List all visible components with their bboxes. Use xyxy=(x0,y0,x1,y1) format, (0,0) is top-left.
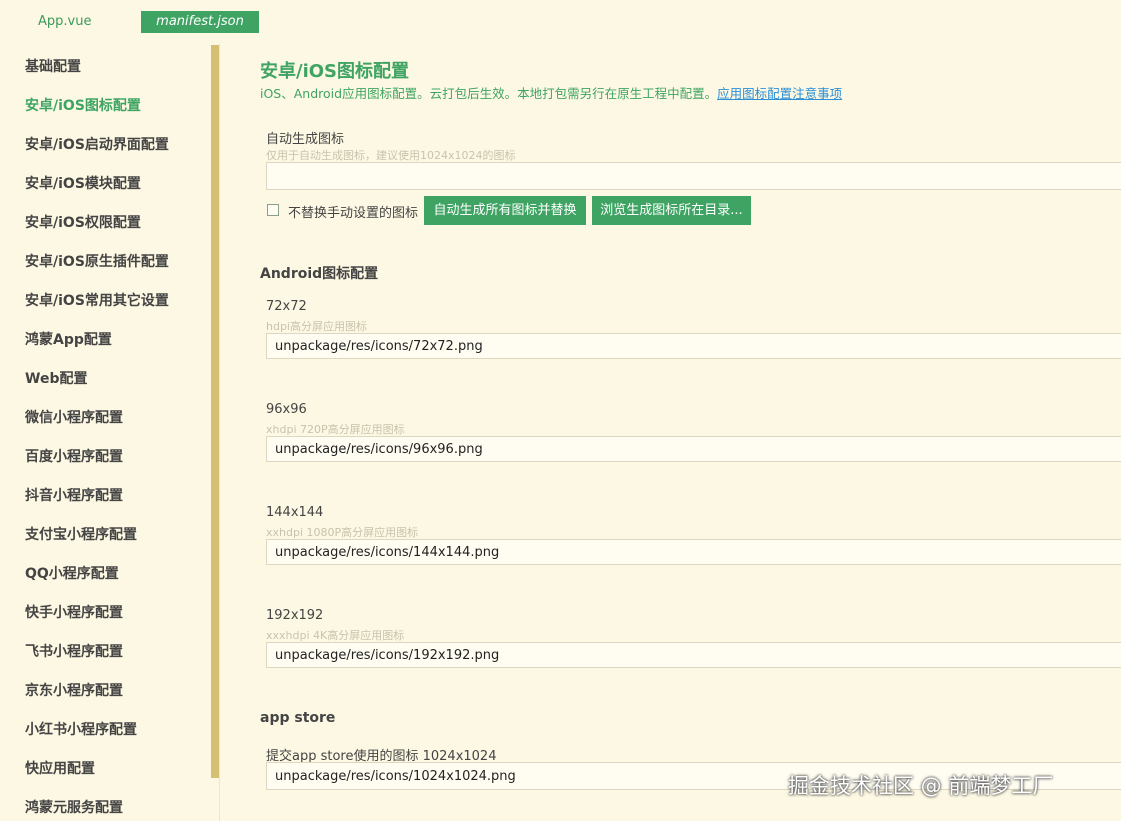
sidebar-item-web[interactable]: Web配置 xyxy=(25,368,87,388)
auto-icon-input[interactable] xyxy=(266,162,1121,190)
watermark: 掘金技术社区 @ 前端梦工厂 xyxy=(788,774,1054,798)
generate-icons-button[interactable]: 自动生成所有图标并替换 xyxy=(424,196,586,225)
sidebar-item-xiaohongshu[interactable]: 小红书小程序配置 xyxy=(25,719,137,739)
sidebar-item-basic[interactable]: 基础配置 xyxy=(25,56,81,76)
sidebar-item-feishu[interactable]: 飞书小程序配置 xyxy=(25,641,123,661)
sidebar-item-baidu[interactable]: 百度小程序配置 xyxy=(25,446,123,466)
sidebar-item-weixin[interactable]: 微信小程序配置 xyxy=(25,407,123,427)
sidebar-item-jd[interactable]: 京东小程序配置 xyxy=(25,680,123,700)
icon-72-label: 72x72 xyxy=(266,299,307,314)
sidebar-item-native-plugins[interactable]: 安卓/iOS原生插件配置 xyxy=(25,251,169,271)
sidebar-item-permissions[interactable]: 安卓/iOS权限配置 xyxy=(25,212,141,232)
sidebar-item-app-icon[interactable]: 安卓/iOS图标配置 xyxy=(25,95,141,115)
sidebar-item-harmony-atomic[interactable]: 鸿蒙元服务配置 xyxy=(25,797,123,817)
icon-96-hint: xhdpi 720P高分屏应用图标 xyxy=(266,423,405,436)
config-sidebar: 基础配置 安卓/iOS图标配置 安卓/iOS启动界面配置 安卓/iOS模块配置 … xyxy=(0,44,219,821)
auto-icon-hint: 仅用于自动生成图标，建议使用1024x1024的图标 xyxy=(266,149,516,162)
icon-144-label: 144x144 xyxy=(266,505,324,520)
appstore-section-title: app store xyxy=(260,710,336,726)
no-replace-checkbox-label: 不替换手动设置的图标 xyxy=(288,206,419,221)
icon-192-label: 192x192 xyxy=(266,608,324,623)
icon-192-input[interactable] xyxy=(266,642,1121,668)
main-panel: 安卓/iOS图标配置 iOS、Android应用图标配置。云打包后生效。本地打包… xyxy=(220,44,1121,821)
icon-72-hint: hdpi高分屏应用图标 xyxy=(266,320,367,333)
icon-192-hint: xxxhdpi 4K高分屏应用图标 xyxy=(266,629,405,642)
sidebar-item-splash[interactable]: 安卓/iOS启动界面配置 xyxy=(25,134,169,154)
page-title: 安卓/iOS图标配置 xyxy=(260,61,410,82)
icon-72-input[interactable] xyxy=(266,333,1121,359)
editor-tab-bar: App.vue manifest.json xyxy=(0,0,1121,44)
sidebar-item-alipay[interactable]: 支付宝小程序配置 xyxy=(25,524,137,544)
tab-manifest-json[interactable]: manifest.json xyxy=(141,11,259,33)
page-description: iOS、Android应用图标配置。云打包后生效。本地打包需另行在原生工程中配置… xyxy=(260,83,842,102)
browse-icons-dir-button[interactable]: 浏览生成图标所在目录... xyxy=(592,196,751,225)
icon-144-input[interactable] xyxy=(266,539,1121,565)
android-section-title: Android图标配置 xyxy=(260,266,379,282)
icon-144-hint: xxhdpi 1080P高分屏应用图标 xyxy=(266,526,419,539)
icon-96-label: 96x96 xyxy=(266,402,307,417)
icon-96-input[interactable] xyxy=(266,436,1121,462)
page-description-text: iOS、Android应用图标配置。云打包后生效。本地打包需另行在原生工程中配置… xyxy=(260,86,718,101)
sidebar-item-douyin[interactable]: 抖音小程序配置 xyxy=(25,485,123,505)
tab-app-vue[interactable]: App.vue xyxy=(38,14,91,29)
no-replace-checkbox[interactable] xyxy=(267,204,279,216)
sidebar-item-quickapp[interactable]: 快应用配置 xyxy=(25,758,95,778)
auto-icon-label: 自动生成图标 xyxy=(266,132,345,147)
sidebar-scrollbar[interactable] xyxy=(211,45,219,778)
sidebar-item-harmony-app[interactable]: 鸿蒙App配置 xyxy=(25,329,112,349)
icon-config-notes-link[interactable]: 应用图标配置注意事项 xyxy=(717,86,842,101)
sidebar-item-modules[interactable]: 安卓/iOS模块配置 xyxy=(25,173,141,193)
sidebar-item-other-settings[interactable]: 安卓/iOS常用其它设置 xyxy=(25,290,169,310)
sidebar-item-kuaishou[interactable]: 快手小程序配置 xyxy=(25,602,123,622)
sidebar-item-qq[interactable]: QQ小程序配置 xyxy=(25,563,119,583)
